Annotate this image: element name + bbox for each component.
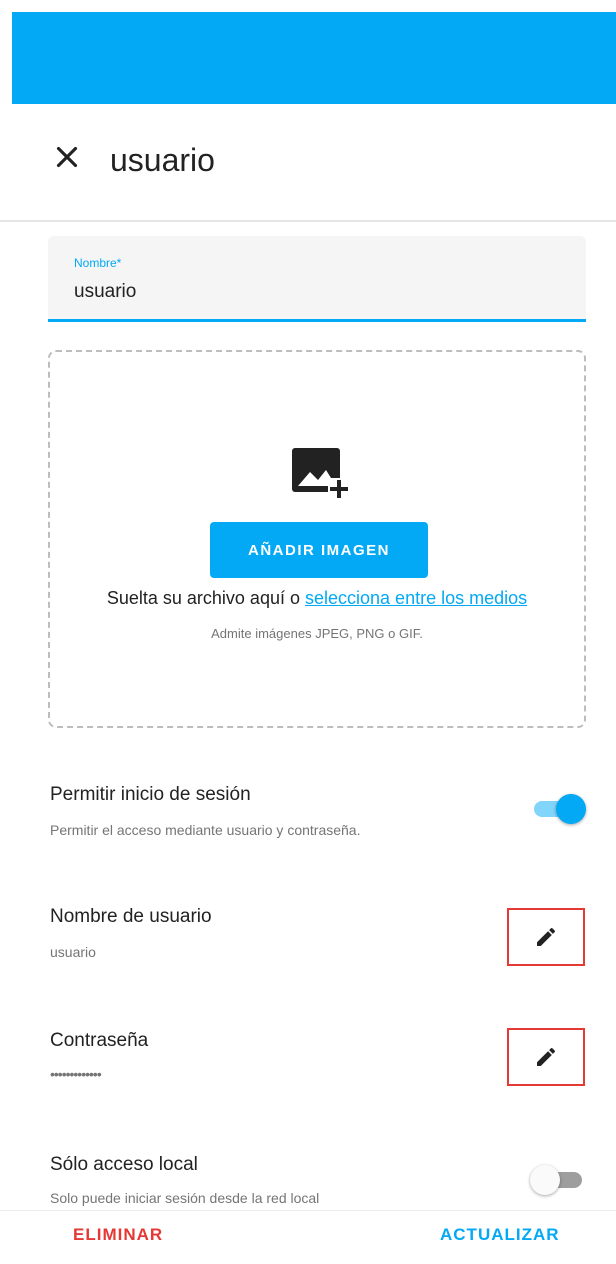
dialog-title: usuario [110, 142, 215, 178]
drop-instructions: Suelta su archivo aquí o selecciona entr… [50, 588, 584, 609]
allow-login-subtitle: Permitir el acceso mediante usuario y co… [50, 822, 361, 838]
pencil-icon [537, 1047, 556, 1066]
username-title: Nombre de usuario [50, 906, 212, 927]
pencil-icon [537, 927, 556, 946]
password-value: ••••••••••••• [50, 1066, 102, 1082]
allow-login-title: Permitir inicio de sesión [50, 784, 251, 805]
edit-username-button[interactable] [507, 908, 585, 966]
select-media-link[interactable]: selecciona entre los medios [305, 588, 527, 608]
password-title: Contraseña [50, 1030, 149, 1051]
close-icon [56, 146, 78, 168]
close-button[interactable] [50, 140, 84, 174]
supported-formats-hint: Admite imágenes JPEG, PNG o GIF. [211, 626, 423, 641]
allow-login-toggle[interactable] [530, 792, 586, 826]
name-field[interactable]: Nombre* usuario [48, 236, 586, 322]
update-button[interactable]: ACTUALIZAR [440, 1225, 560, 1245]
edit-password-button[interactable] [507, 1028, 585, 1086]
add-photo-icon [292, 448, 350, 500]
drop-text: Suelta su archivo aquí o [106, 588, 300, 608]
toggle-thumb [556, 794, 586, 824]
dialog-header: usuario [0, 104, 616, 222]
dialog-footer: ELIMINAR ACTUALIZAR [0, 1210, 616, 1264]
username-value: usuario [50, 944, 96, 960]
local-only-subtitle: Solo puede iniciar sesión desde la red l… [50, 1190, 320, 1206]
name-field-value[interactable]: usuario [74, 281, 136, 303]
add-image-button[interactable]: AÑADIR IMAGEN [210, 522, 428, 578]
delete-button[interactable]: ELIMINAR [73, 1225, 163, 1245]
toggle-thumb [530, 1165, 560, 1195]
local-only-toggle[interactable] [530, 1163, 586, 1197]
app-header-bar [12, 12, 616, 104]
image-dropzone[interactable]: AÑADIR IMAGEN Suelta su archivo aquí o s… [48, 350, 586, 728]
local-only-title: Sólo acceso local [50, 1154, 198, 1175]
name-field-label: Nombre* [74, 256, 122, 270]
